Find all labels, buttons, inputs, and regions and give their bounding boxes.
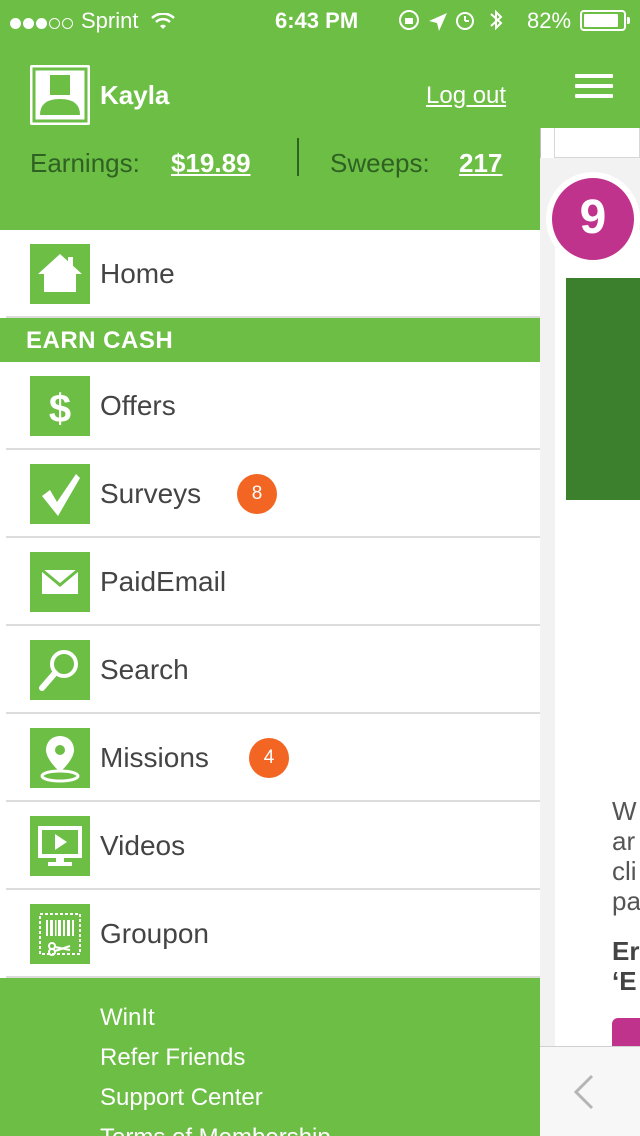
menu-item-label: PaidEmail (100, 566, 227, 597)
card-text-line: cli (612, 856, 637, 886)
back-arrow-icon[interactable] (570, 1072, 598, 1112)
menu-item-label: Groupon (100, 918, 209, 949)
clock-time: 6:43 PM (275, 8, 359, 33)
menu-item-videos[interactable]: Videos (0, 802, 540, 890)
rotation-lock-icon (399, 10, 419, 30)
content-card-banner (566, 278, 640, 500)
status-icons (399, 9, 503, 31)
card-bold-line: ‘E (612, 966, 637, 996)
location-arrow-icon (429, 13, 447, 31)
menu-item-offers[interactable]: $ Offers (0, 362, 540, 450)
app-screen: 9 W ar cli pa Er ‘E Kayla Log out Earnin… (0, 0, 640, 1136)
battery-icon (580, 10, 630, 31)
notification-badge: 4 (249, 738, 289, 778)
carrier-info: Sprint (10, 8, 175, 35)
menu-item-search[interactable]: Search (0, 626, 540, 714)
menu-item-missions[interactable]: Missions 4 (0, 714, 540, 802)
carrier-name: Sprint (81, 8, 139, 33)
card-action-button[interactable] (612, 1018, 640, 1048)
earnings-value[interactable]: $19.89 (171, 148, 251, 179)
step-number-badge: 9 (546, 172, 640, 266)
main-tab-strip (554, 128, 640, 158)
card-text-line: pa (612, 886, 640, 916)
wifi-icon (150, 12, 175, 30)
card-text-line: ar (612, 826, 636, 856)
map-pin-icon (30, 728, 90, 788)
earnings-label: Earnings: (30, 148, 140, 178)
user-silhouette-icon (30, 65, 90, 125)
menu-item-home[interactable]: Home (0, 230, 540, 318)
footer-link-winit[interactable]: WinIt (100, 1004, 155, 1032)
menu-item-label: Offers (100, 390, 176, 421)
signal-strength-icon (10, 9, 75, 35)
menu-item-surveys[interactable]: Surveys 8 (0, 450, 540, 538)
avatar (30, 65, 90, 125)
menu-item-groupon[interactable]: Groupon (0, 890, 540, 978)
drawer-footer: WinIt Refer Friends Support Center Terms… (0, 978, 540, 1136)
menu-item-label: Home (100, 258, 175, 289)
side-drawer: Kayla Log out Earnings: $19.89 Sweeps: 2… (0, 0, 540, 1136)
sweeps-label: Sweeps: (330, 148, 430, 178)
user-name: Kayla (100, 80, 170, 110)
envelope-icon (30, 552, 90, 612)
coupon-icon (30, 904, 90, 964)
home-icon (30, 244, 90, 304)
svg-text:$: $ (49, 387, 71, 431)
sweeps-value[interactable]: 217 (459, 148, 502, 179)
dollar-icon: $ (30, 376, 90, 436)
video-screen-icon (30, 816, 90, 876)
alarm-clock-icon (456, 12, 474, 30)
hamburger-menu-icon[interactable] (575, 74, 613, 98)
menu-item-label: Surveys (100, 478, 202, 509)
menu-item-label: Search (100, 654, 189, 685)
footer-link-terms[interactable]: Terms of Membership (100, 1124, 331, 1136)
stats-divider (297, 138, 299, 176)
magnifier-icon (30, 640, 90, 700)
section-header-earn-cash: EARN CASH (0, 318, 540, 362)
logout-link[interactable]: Log out (426, 82, 506, 110)
card-text-line: W (612, 796, 637, 826)
card-bold-line: Er (612, 936, 640, 966)
menu-item-label: Videos (100, 830, 186, 861)
menu-item-label: Missions (100, 742, 209, 773)
section-title: EARN CASH (26, 327, 174, 354)
footer-link-support-center[interactable]: Support Center (100, 1084, 263, 1112)
notification-badge: 8 (237, 474, 277, 514)
status-bar: Sprint 6:43 PM 82% (0, 0, 640, 40)
menu-item-paidemail[interactable]: PaidEmail (0, 538, 540, 626)
battery-percentage: 82% (527, 8, 572, 33)
footer-link-refer-friends[interactable]: Refer Friends (100, 1044, 245, 1072)
checkmark-icon (30, 464, 90, 524)
bluetooth-icon (490, 9, 503, 31)
